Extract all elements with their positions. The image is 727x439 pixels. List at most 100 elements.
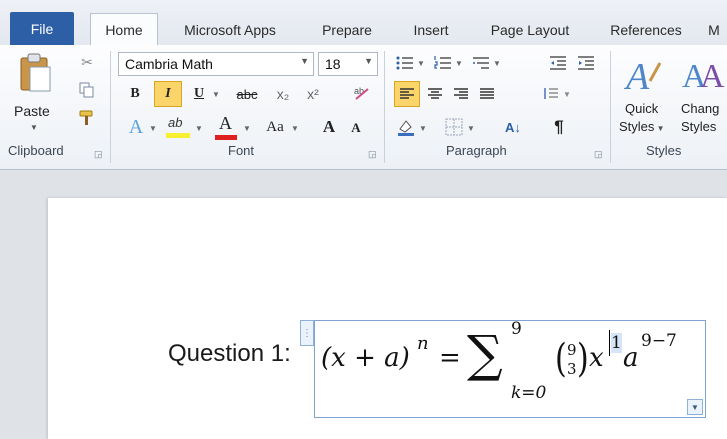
font-color-label: A (219, 113, 232, 133)
eq-x: x (589, 343, 604, 373)
eq-binom-top: 9 (567, 341, 577, 359)
format-painter-icon[interactable] (76, 107, 98, 129)
shading-icon[interactable] (394, 115, 418, 139)
chevron-down-icon[interactable]: ▼ (210, 85, 222, 103)
quick-styles-button[interactable]: A Quick Styles ▼ (616, 51, 672, 141)
highlight-color-bar (166, 133, 190, 138)
dialog-launcher-icon[interactable]: ◲ (594, 149, 603, 160)
show-formatting-marks-button[interactable]: ¶ (548, 115, 570, 139)
chevron-down-icon[interactable]: ▼ (148, 119, 158, 137)
tab-insert[interactable]: Insert (396, 14, 466, 45)
eq-binom-close: ) (577, 336, 589, 383)
bold-button[interactable]: B (124, 83, 146, 105)
clipboard-group-label: Clipboard (8, 143, 64, 158)
grow-font-button[interactable]: A (318, 115, 340, 139)
eq-a: a (623, 343, 639, 373)
paragraph-group-label: Paragraph (446, 143, 507, 158)
tab-home[interactable]: Home (90, 13, 158, 46)
decrease-indent-icon[interactable] (548, 53, 568, 73)
chevron-down-icon[interactable]: ▼ (454, 55, 464, 71)
chevron-down-icon[interactable]: ▼ (194, 119, 204, 137)
font-size-combo[interactable]: 18 ▼ (318, 52, 378, 76)
chevron-down-icon: ▼ (300, 56, 309, 66)
change-styles-button[interactable]: A A Chang Styles (678, 51, 727, 141)
eq-equals: = (439, 343, 461, 373)
chevron-down-icon[interactable]: ▼ (242, 119, 252, 137)
multilevel-list-icon[interactable] (470, 53, 492, 73)
align-left-button[interactable] (394, 81, 420, 107)
chevron-down-icon[interactable]: ▼ (416, 55, 426, 71)
italic-button[interactable]: I (154, 81, 182, 107)
clear-formatting-icon[interactable]: ab (350, 81, 374, 105)
eq-x-exponent: 1 (611, 333, 622, 353)
strikethrough-button[interactable]: abc (230, 83, 264, 105)
quick-styles-icon: A (623, 56, 662, 97)
bullets-icon[interactable] (394, 53, 416, 73)
equation-options-chevron-icon[interactable]: ▼ (687, 399, 703, 415)
line-spacing-icon[interactable] (540, 83, 562, 105)
text-effects-icon[interactable]: A (124, 115, 148, 139)
shrink-font-button[interactable]: A (346, 117, 366, 139)
align-center-icon[interactable] (424, 83, 446, 105)
eq-sum-upper: 9 (511, 319, 522, 339)
dialog-launcher-icon[interactable]: ◲ (94, 149, 103, 160)
subscript-button[interactable]: x₂ (270, 83, 296, 105)
eq-a-exponent: 9−7 (641, 331, 677, 351)
svg-text:A: A (700, 58, 725, 95)
change-styles-icon: A A (682, 58, 725, 95)
group-divider (384, 51, 385, 163)
quick-styles-label-2: Styles ▼ (619, 119, 665, 134)
underline-button[interactable]: U (188, 83, 210, 105)
superscript-button[interactable]: x² (300, 83, 326, 105)
align-right-icon[interactable] (450, 83, 472, 105)
chevron-down-icon: ▼ (364, 56, 373, 66)
quick-styles-text: Styles (619, 119, 655, 134)
font-name-combo[interactable]: Cambria Math ▼ (118, 52, 314, 76)
tab-prepare[interactable]: Prepare (306, 14, 388, 45)
styles-group-label: Styles (646, 143, 682, 158)
font-color-button[interactable]: A (212, 113, 240, 141)
paste-button[interactable]: Paste ▼ (8, 51, 62, 137)
eq-lhs: (x + a) (321, 343, 410, 373)
tab-page-layout[interactable]: Page Layout (474, 14, 586, 45)
group-divider (110, 51, 111, 163)
dialog-launcher-icon[interactable]: ◲ (368, 149, 377, 160)
eq-binom-bottom: 3 (567, 360, 577, 378)
chevron-down-icon: ▼ (30, 123, 38, 132)
change-styles-label: Chang (681, 101, 720, 116)
equation-editor[interactable]: (x + a) n = ∑ 9 k=0 ( 9 3 ) x 1 a 9−7 ▼ (314, 319, 706, 418)
question-label: Question 1: (168, 340, 291, 367)
copy-icon[interactable] (76, 79, 98, 101)
quick-styles-label: Quick (625, 101, 659, 116)
change-case-button[interactable]: Aa (260, 115, 290, 139)
font-size-value: 18 (325, 56, 341, 72)
change-styles-label-2: Styles (681, 119, 717, 134)
chevron-down-icon[interactable]: ▼ (290, 119, 300, 137)
document-page[interactable]: Question 1: ⋮ (x + a) n = ∑ 9 k=0 ( 9 3 … (48, 198, 727, 439)
equation-handle-icon[interactable]: ⋮ (300, 320, 314, 346)
increase-indent-icon[interactable] (576, 53, 596, 73)
highlight-button[interactable]: ab (164, 115, 192, 141)
font-name-value: Cambria Math (125, 56, 213, 72)
chevron-down-icon[interactable]: ▼ (492, 55, 502, 71)
justify-icon[interactable] (476, 83, 498, 105)
paste-label: Paste (14, 103, 50, 119)
borders-icon[interactable] (442, 115, 466, 139)
eq-binom-open: ( (555, 336, 567, 383)
chevron-down-icon[interactable]: ▼ (466, 119, 476, 137)
cut-icon[interactable]: ✂ (76, 51, 98, 73)
numbering-icon[interactable] (432, 53, 454, 73)
sort-button[interactable]: A↓ (500, 115, 526, 139)
tab-references[interactable]: References (596, 14, 696, 45)
ribbon-home: Paste ▼ ✂ Clipboard ◲ Cambria Math ▼ 18 … (0, 45, 727, 170)
text-cursor (609, 330, 610, 356)
font-group-label: Font (228, 143, 255, 158)
equation-content[interactable]: (x + a) n = ∑ 9 k=0 ( 9 3 ) x 1 a 9−7 (321, 319, 691, 415)
tab-mailings-partial[interactable]: M (704, 14, 724, 45)
highlight-label: ab (168, 115, 183, 130)
tab-microsoft-apps[interactable]: Microsoft Apps (166, 14, 294, 45)
tab-file[interactable]: File (10, 12, 74, 45)
chevron-down-icon[interactable]: ▼ (562, 85, 572, 103)
chevron-down-icon[interactable]: ▼ (418, 119, 428, 137)
group-divider (610, 51, 611, 163)
